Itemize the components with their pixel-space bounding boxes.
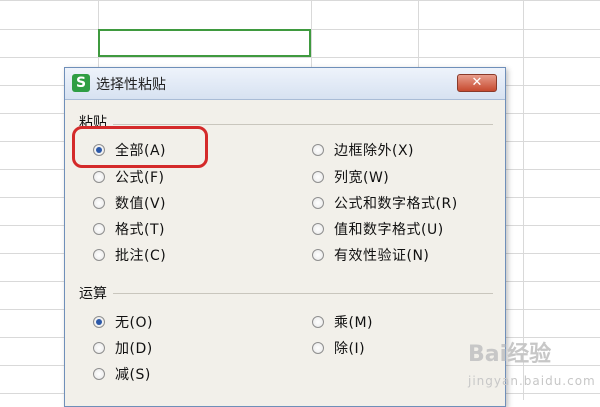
radio-icon[interactable]: [93, 249, 105, 261]
paste-option-label: 边框除外(X): [334, 143, 415, 159]
radio-icon[interactable]: [312, 223, 324, 235]
radio-icon[interactable]: [93, 197, 105, 209]
paste-option-label: 批注(C): [115, 248, 167, 264]
paste-option-formats[interactable]: 格式(T): [93, 218, 165, 240]
radio-icon[interactable]: [312, 316, 324, 328]
radio-icon[interactable]: [93, 223, 105, 235]
radio-icon[interactable]: [312, 249, 324, 261]
paste-option-comments[interactable]: 批注(C): [93, 244, 166, 266]
paste-option-values[interactable]: 数值(V): [93, 192, 166, 214]
radio-icon[interactable]: [93, 171, 105, 183]
radio-icon[interactable]: [312, 342, 324, 354]
paste-option-label: 值和数字格式(U): [334, 222, 444, 238]
dialog-titlebar[interactable]: S 选择性粘贴 ✕: [65, 68, 505, 100]
paste-option-validation[interactable]: 有效性验证(N): [312, 244, 429, 266]
radio-icon[interactable]: [93, 368, 105, 380]
grid-row-line: [0, 0, 600, 1]
watermark-url: jingyan.baidu.com: [468, 374, 596, 388]
radio-icon[interactable]: [312, 197, 324, 209]
radio-checked-icon[interactable]: [93, 316, 105, 328]
operation-group-divider: [79, 293, 493, 294]
close-icon: ✕: [471, 75, 483, 90]
paste-option-all-except-borders[interactable]: 边框除外(X): [312, 139, 414, 161]
operation-option-label: 无(O): [115, 315, 153, 331]
paste-special-dialog: S 选择性粘贴 ✕ 粘贴 全部(A) 公式(F) 数值(V) 格式(T) 批注(…: [64, 67, 506, 407]
paste-option-formulas[interactable]: 公式(F): [93, 166, 164, 188]
selected-cell[interactable]: [98, 29, 311, 57]
operation-option-label: 乘(M): [334, 315, 374, 331]
radio-icon[interactable]: [312, 144, 324, 156]
paste-option-label: 公式和数字格式(R): [334, 196, 458, 212]
paste-group-divider: [79, 124, 493, 125]
operation-option-divide[interactable]: 除(I): [312, 337, 365, 359]
close-button[interactable]: ✕: [457, 74, 497, 92]
paste-option-label: 格式(T): [115, 222, 165, 238]
operation-option-subtract[interactable]: 减(S): [93, 363, 151, 385]
operation-option-label: 加(D): [115, 341, 153, 357]
watermark-brand: Bai经验: [468, 342, 552, 367]
paste-option-column-widths[interactable]: 列宽(W): [312, 166, 389, 188]
grid-row-line: [0, 57, 600, 58]
operation-option-add[interactable]: 加(D): [93, 337, 153, 359]
grid-col-line: [523, 0, 524, 400]
paste-option-label: 数值(V): [115, 196, 167, 212]
paste-option-values-and-number-formats[interactable]: 值和数字格式(U): [312, 218, 444, 240]
dialog-title: 选择性粘贴: [96, 77, 166, 93]
operation-option-multiply[interactable]: 乘(M): [312, 311, 373, 333]
radio-icon[interactable]: [312, 171, 324, 183]
operation-option-none[interactable]: 无(O): [93, 311, 153, 333]
paste-option-formulas-and-number-formats[interactable]: 公式和数字格式(R): [312, 192, 458, 214]
baidu-jingyan-watermark: Bai经验 jingyan.baidu.com: [468, 343, 596, 393]
operation-option-label: 减(S): [115, 367, 151, 383]
red-highlight-annotation: [72, 126, 208, 168]
paste-option-label: 列宽(W): [334, 170, 390, 186]
operation-group-label: 运算: [79, 283, 113, 303]
paste-option-label: 有效性验证(N): [334, 248, 430, 264]
radio-icon[interactable]: [93, 342, 105, 354]
paste-option-label: 公式(F): [115, 170, 165, 186]
operation-option-label: 除(I): [334, 341, 366, 357]
wps-app-icon: S: [72, 74, 90, 92]
